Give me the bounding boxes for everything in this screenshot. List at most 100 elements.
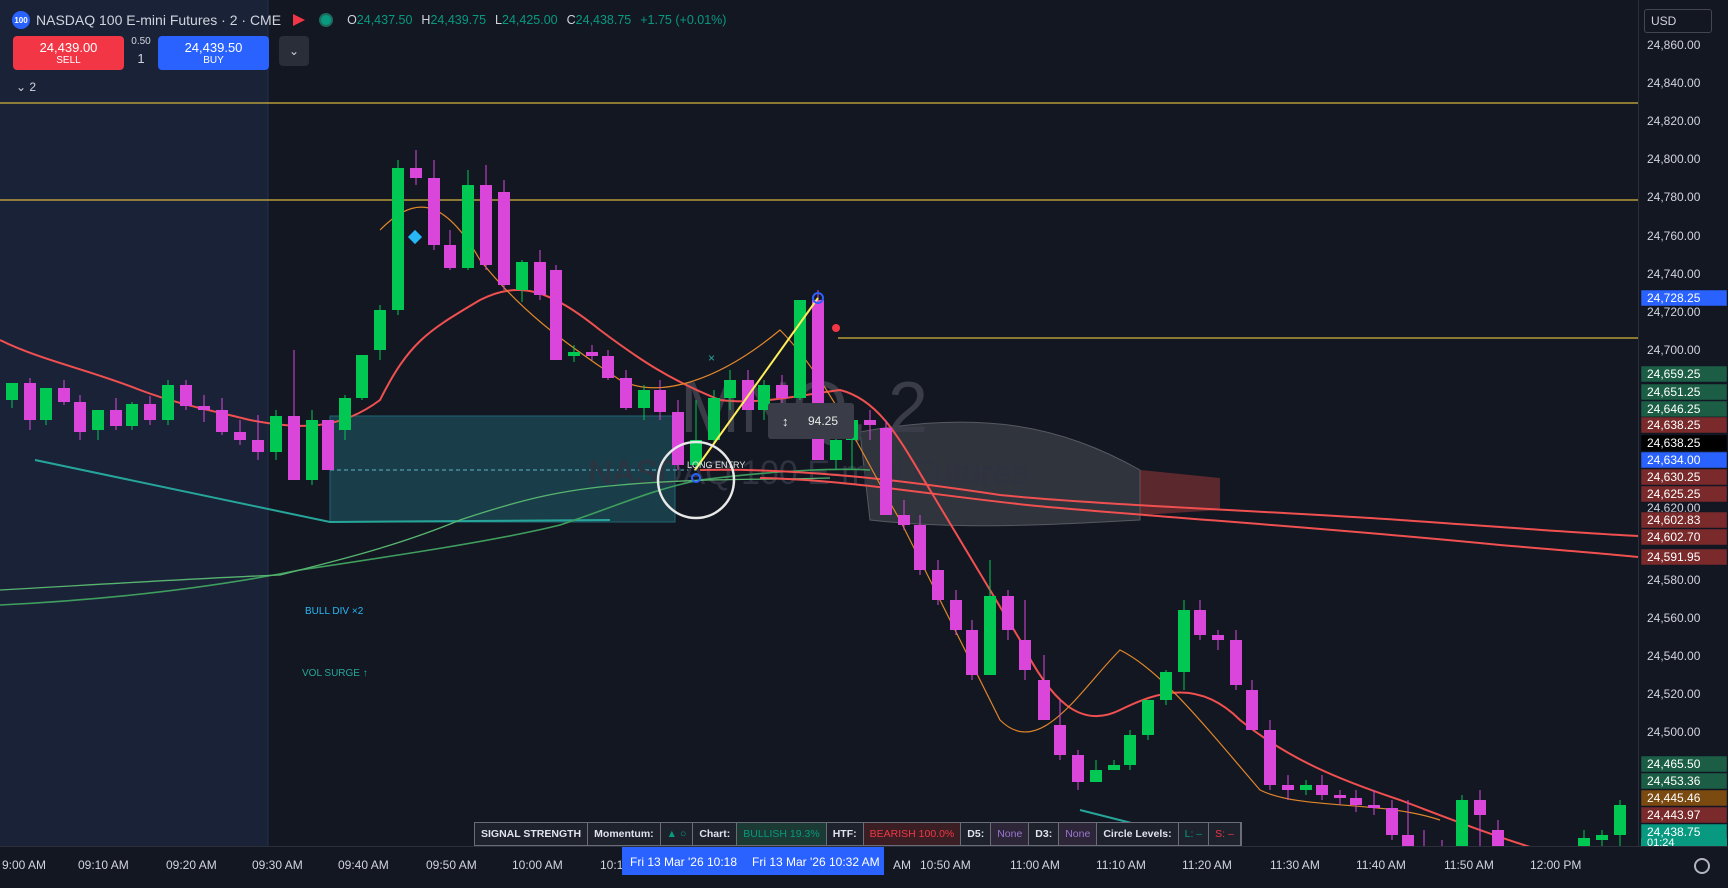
- time-axis[interactable]: 9:00 AM 09:10 AM 09:20 AM 09:30 AM 09:40 AM 0…: [0, 846, 1728, 883]
- candle: [638, 385, 650, 420]
- price-label-text: 24,445.46: [1647, 791, 1701, 805]
- candle-body: [1456, 800, 1468, 846]
- price-axis[interactable]: 24,860.00 24,840.00 24,820.00 24,800.00 24,7…: [1638, 0, 1728, 849]
- candle: [1212, 630, 1224, 650]
- long-entry-label: LONG ENTRY: [687, 460, 745, 470]
- candle-body: [1596, 835, 1608, 840]
- candle: [1002, 590, 1014, 640]
- candle-body: [6, 383, 18, 400]
- buy-button[interactable]: 24,439.50 BUY: [158, 36, 269, 70]
- candle-body: [1264, 730, 1276, 785]
- price-tick: 24,520.00: [1647, 687, 1701, 701]
- signal-strength-panel: SIGNAL STRENGTH Momentum: ▲ ○ Chart: BUL…: [474, 822, 1242, 846]
- candle-body: [498, 192, 510, 285]
- candle: [444, 230, 456, 270]
- candle: [1492, 820, 1504, 846]
- gear-icon[interactable]: [1694, 858, 1710, 874]
- candle: [1178, 600, 1190, 690]
- momentum-label: Momentum:: [588, 823, 661, 845]
- symbol-title[interactable]: NASDAQ 100 E-mini Futures · 2 · CME: [36, 12, 281, 28]
- price-label-text: 24,443.97: [1647, 808, 1701, 822]
- price-label: 24,638.25: [1640, 434, 1728, 452]
- candle-body: [914, 525, 926, 570]
- price-label-text: 24,634.00: [1647, 453, 1701, 467]
- time-tick: AM: [893, 858, 911, 872]
- time-tick: 11:30 AM: [1270, 858, 1320, 872]
- candle-body: [40, 388, 52, 420]
- time-tick: 10:1: [600, 858, 624, 872]
- price-label: 24,651.25: [1640, 383, 1728, 401]
- candle-body: [1142, 700, 1154, 735]
- sell-signal-dot: [832, 324, 840, 332]
- candle-body: [1334, 795, 1346, 798]
- candle: [794, 300, 806, 400]
- price-tick: 24,800.00: [1647, 152, 1701, 166]
- candle: [1402, 800, 1414, 846]
- chevron-down-icon[interactable]: ⌄: [279, 36, 309, 66]
- candle: [162, 380, 174, 425]
- candle-body: [1316, 785, 1328, 795]
- candle: [1090, 760, 1102, 782]
- market-status-icon: [319, 13, 334, 27]
- price-tick: 24,780.00: [1647, 190, 1701, 204]
- candle-body: [1212, 635, 1224, 640]
- price-label: 24,465.50: [1640, 755, 1728, 773]
- time-tick: 11:20 AM: [1182, 858, 1232, 872]
- price-label: 24,602.70: [1640, 528, 1728, 546]
- candle: [1334, 790, 1346, 805]
- candle-body: [602, 356, 614, 378]
- ohlc-values: O24,437.50 H24,439.75 L24,425.00 C24,438…: [347, 13, 727, 27]
- candle-body: [1402, 835, 1414, 846]
- quantity-display[interactable]: 0.50 1: [131, 36, 150, 66]
- candle-body: [410, 168, 422, 178]
- candle: [374, 305, 386, 360]
- d5-label: D5:: [961, 823, 992, 845]
- price-tick: 24,500.00: [1647, 725, 1701, 739]
- candle-body: [864, 420, 876, 425]
- candle: [550, 265, 562, 360]
- candle-body: [392, 168, 404, 310]
- candle-body: [516, 262, 528, 290]
- candle-body: [550, 270, 562, 360]
- time-tick: 11:40 AM: [1356, 858, 1406, 872]
- diamond-marker: [407, 229, 423, 245]
- sell-button[interactable]: 24,439.00 SELL: [13, 36, 124, 70]
- candle-body: [24, 383, 36, 420]
- chart-canvas[interactable]: MNQ, 2NASDAQ 100 E-mini FuturesLONG ENTR…: [0, 0, 1638, 846]
- price-label: 24,625.25: [1640, 485, 1728, 503]
- flag-icon[interactable]: [293, 14, 306, 26]
- price-tick: 24,740.00: [1647, 267, 1701, 281]
- candle-body: [1614, 805, 1626, 835]
- price-tick: 24,720.00: [1647, 305, 1701, 319]
- candle-body: [428, 178, 440, 245]
- candle-body: [74, 402, 86, 432]
- candle-body: [374, 310, 386, 350]
- d5-value: None: [991, 823, 1030, 845]
- countdown: 01:24: [1647, 837, 1675, 846]
- candle-body: [966, 630, 978, 675]
- candle: [1423, 830, 1425, 846]
- indicators-toggle[interactable]: ⌄ 2: [16, 80, 36, 94]
- candle-body: [880, 428, 892, 515]
- candle-body: [462, 185, 474, 268]
- candle-body: [1230, 640, 1242, 685]
- candle-body: [339, 398, 351, 430]
- candle: [1038, 655, 1050, 720]
- momentum-value: ▲ ○: [661, 823, 694, 845]
- candle-body: [1474, 800, 1486, 815]
- price-label-text: 24,638.25: [1647, 436, 1701, 450]
- candle-body: [306, 420, 318, 480]
- candle-body: [322, 420, 334, 470]
- candle-body: [1368, 805, 1380, 808]
- candle-body: [1178, 610, 1190, 672]
- candle-body: [1072, 755, 1084, 782]
- time-tick: 09:10 AM: [78, 858, 129, 872]
- time-tick: 11:10 AM: [1096, 858, 1146, 872]
- crosshair-time-label: Fri 13 Mar '26 10:32 AM: [752, 855, 880, 869]
- currency-selector[interactable]: USD: [1644, 9, 1712, 33]
- candle: [480, 165, 492, 270]
- candle-body: [654, 390, 666, 412]
- price-label: 24,630.25: [1640, 468, 1728, 486]
- price-tick: 24,820.00: [1647, 114, 1701, 128]
- price-chart[interactable]: MNQ, 2NASDAQ 100 E-mini FuturesLONG ENTR…: [0, 0, 1638, 846]
